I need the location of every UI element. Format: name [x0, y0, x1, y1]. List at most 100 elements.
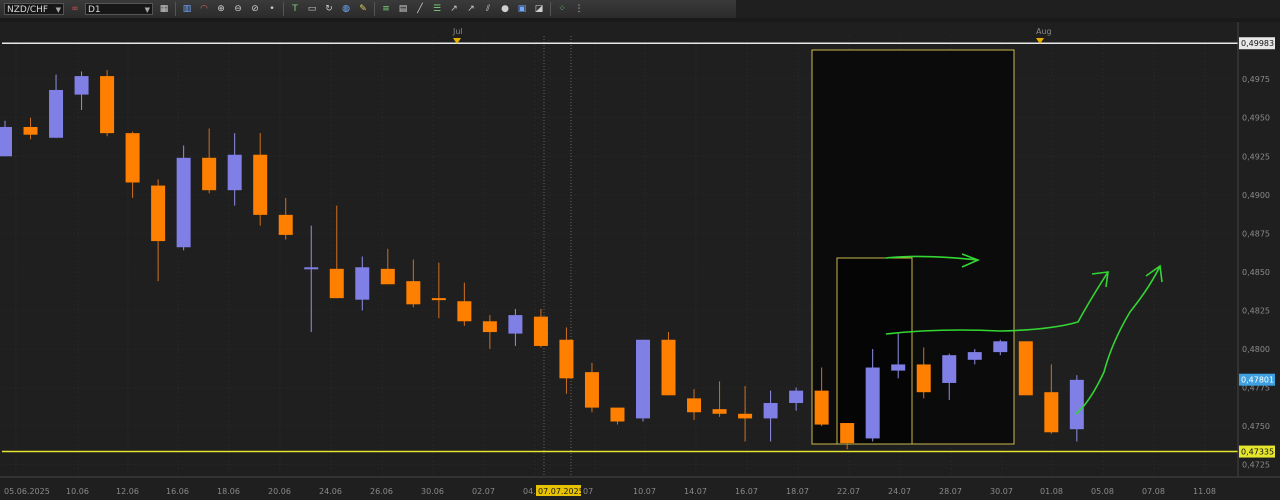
circle-tool-icon[interactable]: ● — [499, 3, 511, 15]
link-icon[interactable]: ∞ — [69, 3, 81, 15]
candle-body — [1044, 392, 1059, 433]
high-line-price-tag: 0,49983 — [1241, 39, 1274, 48]
candle-body — [202, 157, 217, 191]
y-tick-label: 0,4900 — [1242, 191, 1270, 200]
x-tick-label: 05.06.2025 — [4, 487, 50, 496]
current-price-tag: 0,47801 — [1241, 376, 1274, 385]
candle-body — [278, 214, 293, 235]
x-tick-label: 14.07 — [684, 487, 707, 496]
candle-body — [329, 268, 344, 299]
candle-body — [712, 409, 727, 414]
y-tick-label: 0,4750 — [1242, 422, 1270, 431]
x-tick-label: 07 — [583, 487, 593, 496]
y-tick-label: 0,4925 — [1242, 152, 1270, 161]
zoom-out-icon[interactable]: ⊖ — [232, 3, 244, 15]
y-tick-label: 0,4725 — [1242, 461, 1270, 470]
table-icon[interactable]: ▤ — [397, 3, 409, 15]
candle-body — [227, 154, 242, 191]
candle-body — [508, 315, 523, 334]
x-tick-label: 10.07 — [633, 487, 656, 496]
x-tick-label: 24.06 — [319, 487, 342, 496]
text-tool-icon[interactable]: T — [289, 3, 301, 15]
x-tick-label: 24.07 — [888, 487, 911, 496]
candle-body — [304, 267, 319, 270]
separator — [550, 2, 551, 16]
candle-body — [74, 76, 89, 95]
ray-tool-icon[interactable]: ↗ — [448, 3, 460, 15]
candle-body — [406, 281, 421, 305]
y-tick-label: 0,4950 — [1242, 114, 1270, 123]
menu-icon[interactable]: ⋮ — [573, 3, 585, 15]
candle-body — [814, 390, 829, 425]
candle-body — [584, 372, 599, 408]
x-tick-label: 18.06 — [217, 487, 240, 496]
monitor-icon[interactable]: ▣ — [516, 3, 528, 15]
screenshot-icon[interactable]: ▭ — [306, 3, 318, 15]
x-tick-label: 18.07 — [786, 487, 809, 496]
candle-body — [559, 339, 574, 379]
x-tick-label: 02.07 — [472, 487, 495, 496]
candle-body — [942, 355, 957, 383]
eraser-icon[interactable]: ◪ — [533, 3, 545, 15]
line-tool-icon[interactable]: ╱ — [414, 3, 426, 15]
candle-body — [380, 268, 395, 285]
fib-tool-icon[interactable]: ☰ — [431, 3, 443, 15]
symbol-select[interactable]: NZD/CHF ▼ — [4, 3, 64, 15]
x-tick-label: 30.06 — [421, 487, 444, 496]
candle-body — [763, 402, 778, 419]
zoom-in-icon[interactable]: ⊕ — [215, 3, 227, 15]
candle-body — [916, 364, 931, 393]
candle-body — [355, 267, 370, 300]
y-tick-label: 0,4850 — [1242, 268, 1270, 277]
bar-chart-icon[interactable]: ▦ — [158, 3, 170, 15]
x-tick-label: 28.07 — [939, 487, 962, 496]
x-tick-label: 07.07.2025 — [538, 487, 584, 496]
candle-body — [1018, 341, 1033, 396]
zone-boxes — [811, 49, 1015, 445]
candle-body — [789, 390, 804, 403]
candle-body — [49, 89, 64, 138]
low-line-price-tag: 0,47335 — [1241, 448, 1274, 457]
candle-body — [967, 352, 982, 360]
separator — [175, 2, 176, 16]
refresh-icon[interactable]: ↻ — [323, 3, 335, 15]
candle-body — [151, 185, 166, 242]
point-icon[interactable]: • — [266, 3, 278, 15]
chevron-down-icon: ▼ — [144, 6, 150, 14]
candle-body — [125, 133, 140, 183]
month-label: Aug — [1036, 27, 1052, 36]
candle-body — [840, 423, 855, 444]
scroll-icon[interactable]: ⊘ — [249, 3, 261, 15]
x-tick-label: 11.08 — [1193, 487, 1216, 496]
x-tick-label: 07.08 — [1142, 487, 1165, 496]
channel-tool-icon[interactable]: ⫽ — [482, 3, 494, 15]
candles-icon[interactable]: ▥ — [181, 3, 193, 15]
timeframe-select[interactable]: D1 ▼ — [85, 3, 153, 15]
toolbar: NZD/CHF ▼ ∞ D1 ▼ ▦ ▥ ◠ ⊕ ⊖ ⊘ • T ▭ ↻ ◍ ✎… — [0, 0, 736, 19]
y-tick-label: 0,4825 — [1242, 306, 1270, 315]
candle-body — [636, 339, 650, 419]
chevron-down-icon: ▼ — [55, 6, 61, 14]
candle-body — [0, 126, 12, 157]
candle-body — [738, 413, 753, 419]
candle-body — [100, 76, 115, 134]
x-tick-label: 20.06 — [268, 487, 291, 496]
candle-body — [993, 341, 1008, 353]
trend-tool-icon[interactable]: ↗ — [465, 3, 477, 15]
price-chart[interactable]: 0,47250,47500,47750,48000,48250,48500,48… — [0, 22, 1280, 500]
candle-body — [610, 407, 625, 422]
candle-body — [482, 321, 497, 333]
pencil-icon[interactable]: ✎ — [357, 3, 369, 15]
grid-icon[interactable]: ⁘ — [556, 3, 568, 15]
y-tick-label: 0,4875 — [1242, 229, 1270, 238]
globe-icon[interactable]: ◍ — [340, 3, 352, 15]
line-chart-icon[interactable]: ◠ — [198, 3, 210, 15]
timeframe-label: D1 — [88, 5, 101, 15]
x-tick-label: 01.08 — [1040, 487, 1063, 496]
month-label: Jul — [452, 27, 463, 36]
separator — [283, 2, 284, 16]
y-tick-label: 0,4800 — [1242, 345, 1270, 354]
candle-body — [661, 339, 676, 396]
drawing-icon[interactable]: ≡ — [380, 3, 392, 15]
candle-body — [176, 157, 191, 248]
